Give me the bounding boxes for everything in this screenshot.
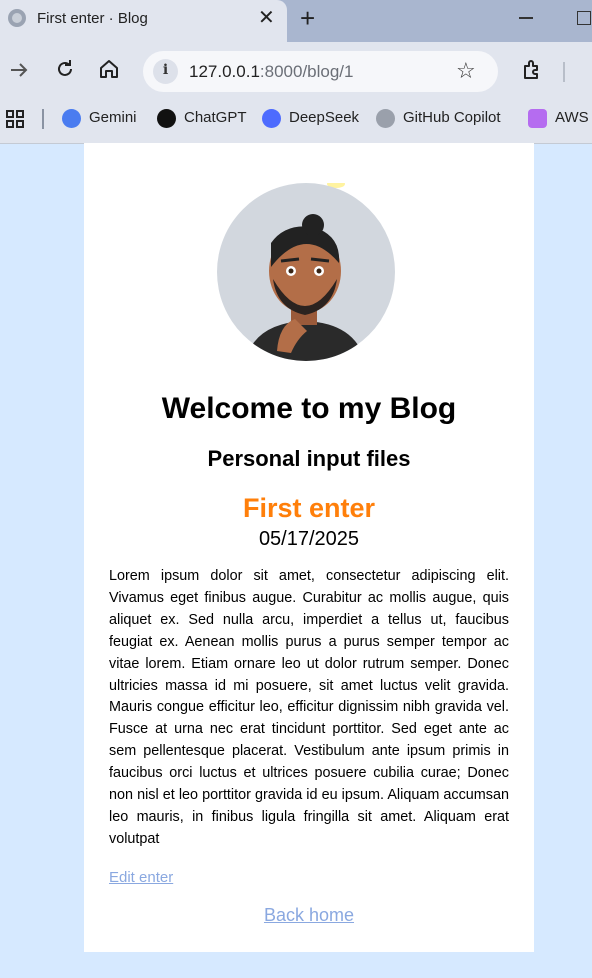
post-body: Lorem ipsum dolor sit amet, consectetur … xyxy=(109,568,509,847)
aws-icon xyxy=(528,109,547,128)
info-icon[interactable] xyxy=(153,59,178,84)
bookmarks-divider xyxy=(42,109,44,129)
close-icon[interactable]: ✕ xyxy=(258,6,275,30)
address-bar[interactable]: 127.0.0.1:8000/blog/1 ☆ xyxy=(143,51,498,92)
minimize-icon[interactable] xyxy=(519,17,533,19)
tab-title: First enter · Blog xyxy=(37,10,148,27)
back-home-link[interactable]: Back home xyxy=(264,905,354,925)
tab-strip: First enter · Blog ✕ + xyxy=(0,0,592,42)
chatgpt-icon xyxy=(157,109,176,128)
forward-icon[interactable] xyxy=(8,59,30,86)
reload-icon[interactable] xyxy=(54,58,76,85)
deepseek-icon xyxy=(262,109,281,128)
blog-title: Welcome to my Blog xyxy=(161,392,457,425)
edit-post-link[interactable]: Edit enter xyxy=(109,869,173,886)
bookmark-star-icon[interactable]: ☆ xyxy=(456,58,476,84)
back-home-container: Back home xyxy=(84,905,534,926)
home-icon[interactable] xyxy=(98,58,120,85)
url-text[interactable]: 127.0.0.1:8000/blog/1 xyxy=(189,62,354,82)
browser-toolbar: 127.0.0.1:8000/blog/1 ☆ xyxy=(0,42,592,100)
avatar xyxy=(217,183,395,361)
copilot-icon xyxy=(376,109,395,128)
new-tab-button[interactable]: + xyxy=(300,4,315,32)
gemini-icon xyxy=(62,109,81,128)
bookmarks-bar: Gemini ChatGPT DeepSeek GitHub Copilot A… xyxy=(0,100,592,144)
apps-grid-icon[interactable] xyxy=(6,110,24,133)
post-title: First enter xyxy=(242,493,376,523)
blog-subtitle: Personal input files xyxy=(207,446,411,471)
globe-icon xyxy=(8,9,26,27)
extensions-icon[interactable] xyxy=(520,58,544,87)
tab-active[interactable]: First enter · Blog ✕ xyxy=(0,0,287,42)
maximize-icon[interactable] xyxy=(577,11,591,25)
toolbar-divider xyxy=(563,62,565,82)
blog-post-card: Welcome to my Blog Personal input files … xyxy=(84,143,534,952)
post-date: 05/17/2025 xyxy=(258,528,360,550)
